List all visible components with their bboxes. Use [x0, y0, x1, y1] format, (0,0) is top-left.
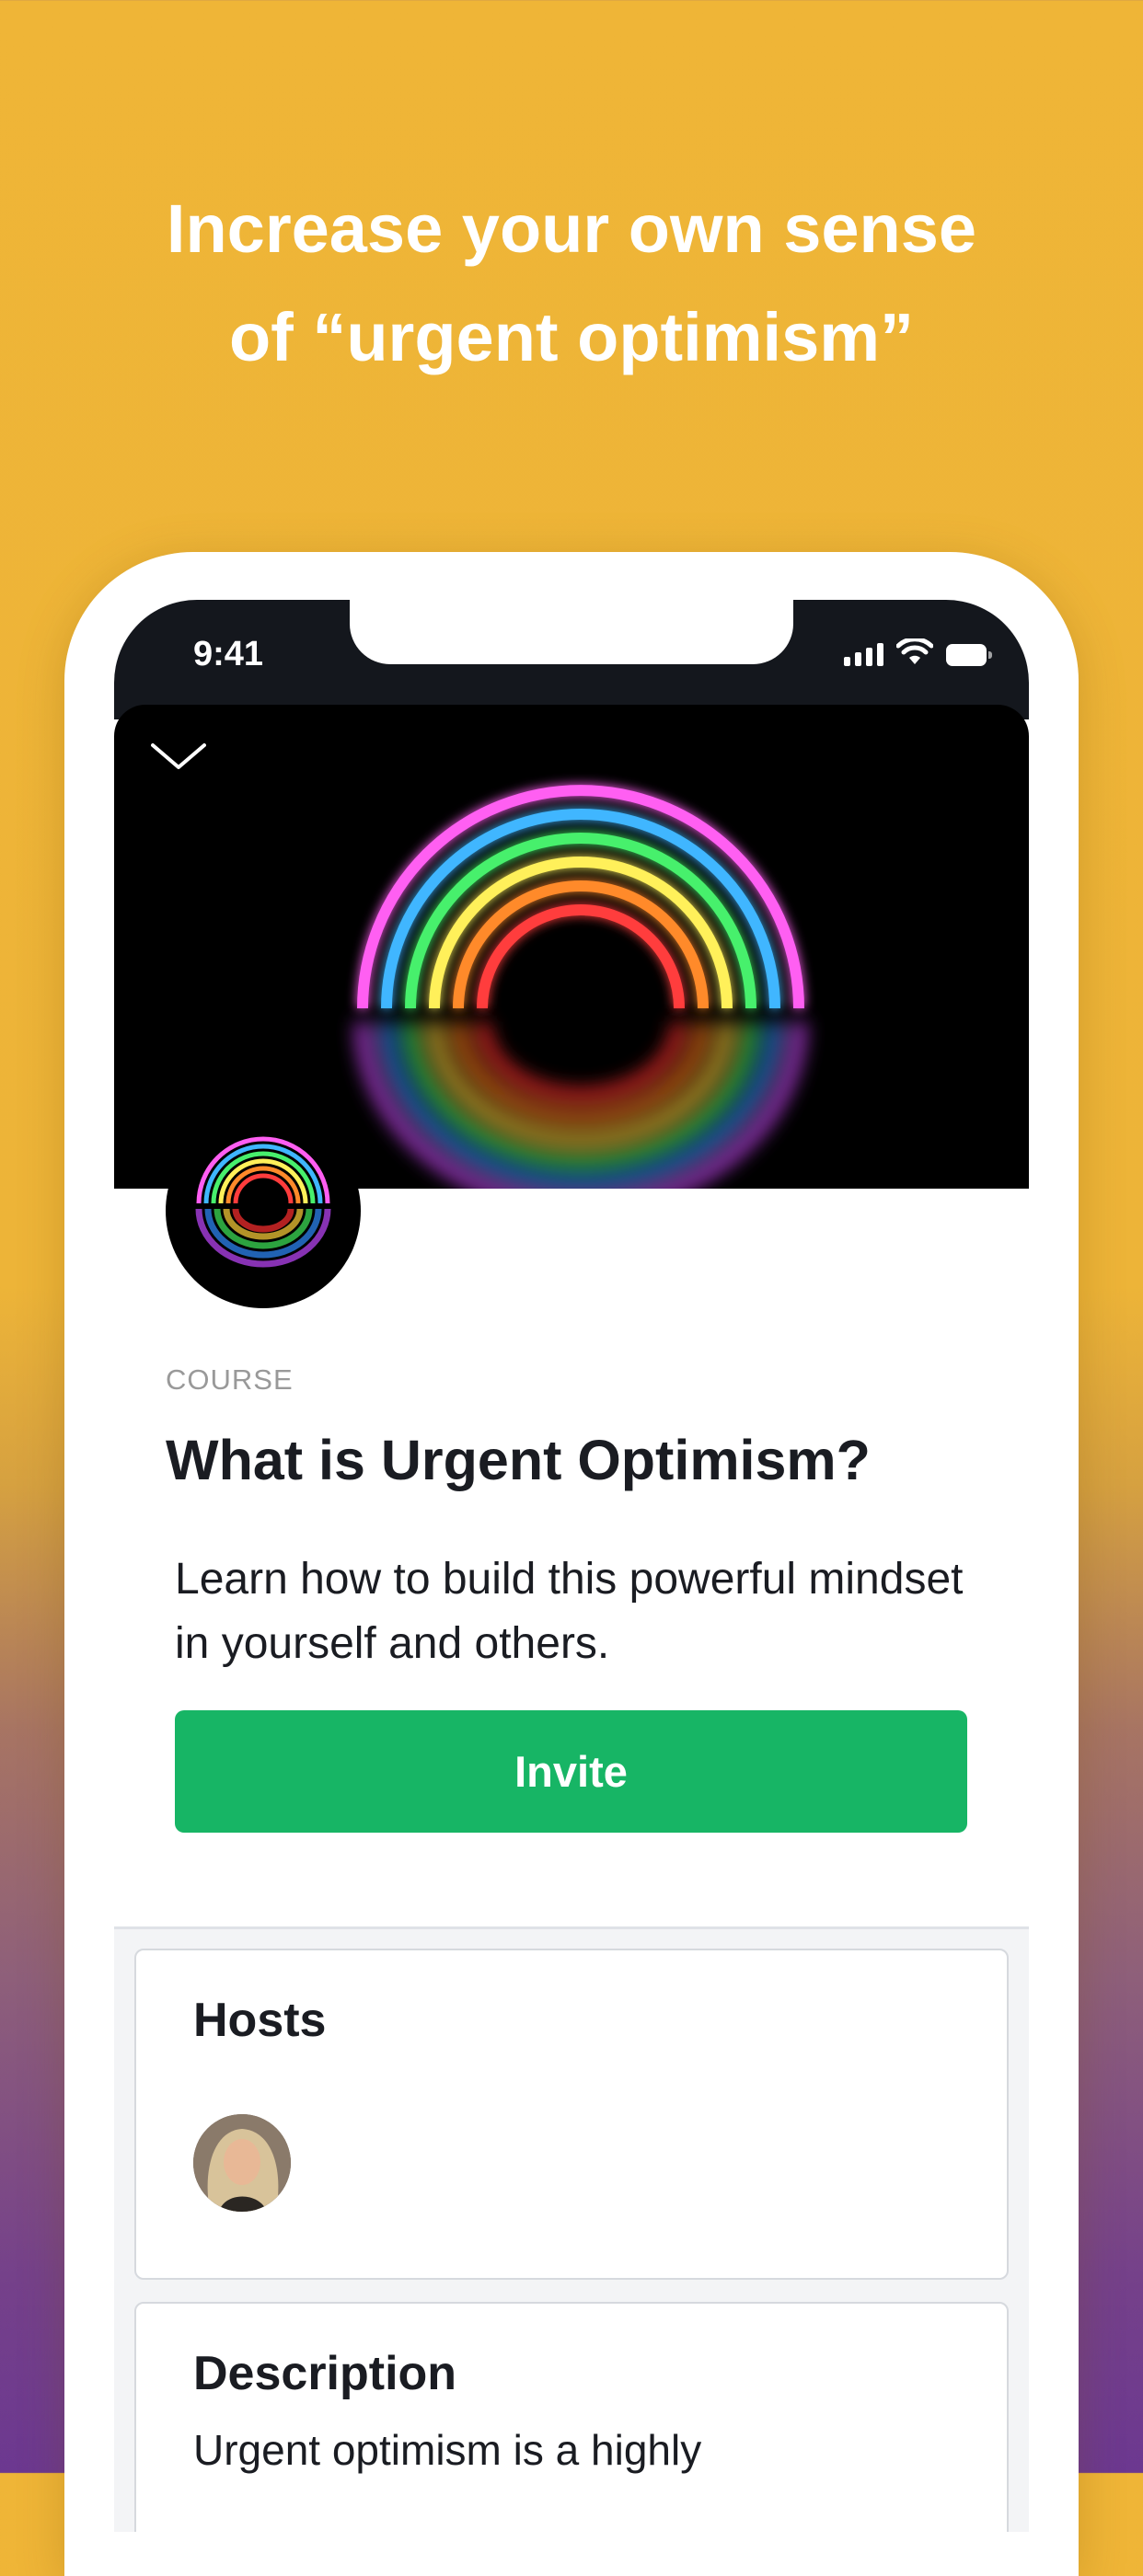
hosts-card: Hosts [134, 1949, 1009, 2280]
marketing-headline: Increase your own sense of “urgent optim… [0, 175, 1143, 392]
wifi-icon [896, 638, 933, 664]
signal-icon [844, 642, 883, 666]
course-kicker: COURSE [166, 1363, 294, 1396]
host-avatar[interactable] [193, 2114, 291, 2212]
description-card: Description Urgent optimism is a highly [134, 2302, 1009, 2532]
battery-icon [946, 644, 992, 666]
course-avatar [166, 1113, 361, 1308]
hosts-heading: Hosts [193, 1994, 327, 2047]
chevron-down-icon[interactable] [151, 742, 206, 773]
status-bar: 9:41 [114, 600, 1029, 719]
description-heading: Description [193, 2347, 457, 2400]
notch [350, 600, 793, 664]
course-subtitle: Learn how to build this powerful mindset… [175, 1555, 964, 1668]
description-text: Urgent optimism is a highly [193, 2426, 702, 2474]
headline-line-2: of “urgent optimism” [228, 299, 915, 375]
phone-screen: 9:41 COURSE What is Urgent Optimism? Lea… [114, 600, 1029, 2532]
invite-button[interactable]: Invite [175, 1710, 967, 1833]
course-title: What is Urgent Optimism? [166, 1429, 871, 1491]
headline-line-1: Increase your own sense [166, 190, 977, 267]
status-time: 9:41 [193, 635, 264, 673]
status-icons [844, 638, 992, 666]
